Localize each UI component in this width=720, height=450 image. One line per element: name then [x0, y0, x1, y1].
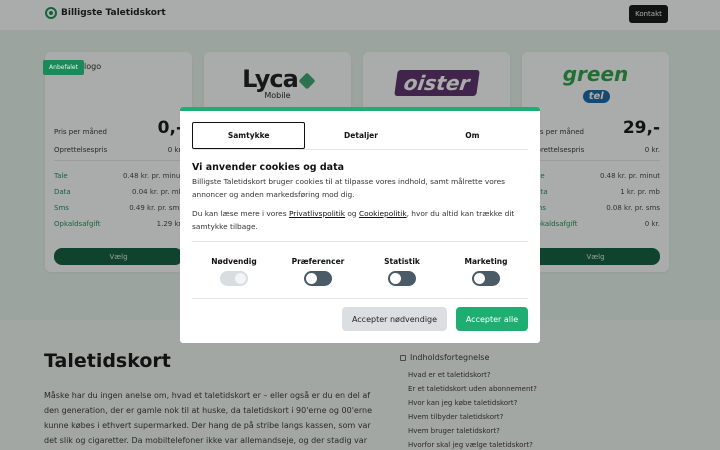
- accept-all-button[interactable]: Accepter alle: [456, 307, 528, 331]
- cookie-tabs: Samtykke Detaljer Om: [192, 122, 528, 150]
- divider: [192, 298, 528, 299]
- toggle-preferences: Præferencer: [276, 257, 360, 286]
- tab-details[interactable]: Detaljer: [305, 122, 416, 149]
- toggle-label: Nødvendig: [211, 257, 257, 266]
- tab-about[interactable]: Om: [417, 122, 528, 149]
- logo-placeholder: logo: [84, 62, 102, 71]
- toggle-label: Marketing: [464, 257, 508, 266]
- toggle-statistics: Statistik: [360, 257, 444, 286]
- policy-text-mid: og: [345, 209, 359, 218]
- policy-text-pre: Du kan læse mere i vores: [192, 209, 289, 218]
- tab-consent[interactable]: Samtykke: [192, 122, 306, 149]
- marketing-switch[interactable]: [472, 271, 500, 286]
- necessary-switch: [220, 271, 248, 286]
- cookie-policy-text: Du kan læse mere i vores Privatlivspolit…: [192, 207, 528, 233]
- privacy-policy-link[interactable]: Privatlivspolitik: [289, 209, 345, 218]
- accept-necessary-button[interactable]: Accepter nødvendige: [342, 307, 447, 331]
- cookie-heading: Vi anvender cookies og data: [192, 162, 345, 173]
- toggle-necessary: Nødvendig: [192, 257, 276, 286]
- cookie-description: Billigste Taletidskort bruger cookies ti…: [192, 177, 506, 199]
- toggle-marketing: Marketing: [444, 257, 528, 286]
- toggle-label: Præferencer: [291, 257, 345, 266]
- cookie-policy-link[interactable]: Cookiepolitik: [359, 209, 407, 218]
- recommended-badge: Anbefalet: [43, 60, 84, 75]
- toggle-label: Statistik: [384, 257, 420, 266]
- divider: [192, 241, 528, 242]
- preferences-switch[interactable]: [304, 271, 332, 286]
- statistics-switch[interactable]: [388, 271, 416, 286]
